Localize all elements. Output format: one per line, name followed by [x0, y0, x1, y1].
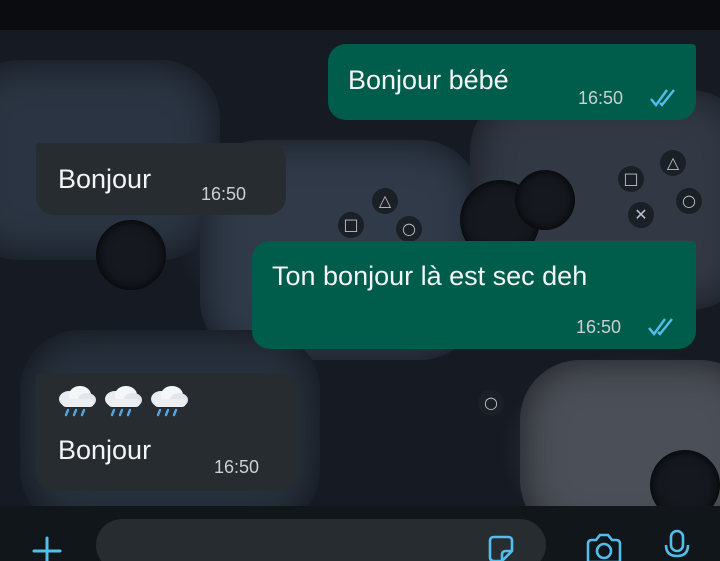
- camera-icon[interactable]: [582, 532, 626, 561]
- cloud-with-rain-icon: [151, 386, 188, 417]
- sticker-icon[interactable]: [484, 533, 518, 561]
- message-text: Bonjour: [58, 164, 152, 194]
- cloud-with-rain-icon: [105, 386, 142, 417]
- chat-screen: □ △ ○ □ △ ○ ✕ ○ Bonjour bébé 16:50 Bonjo…: [0, 0, 720, 561]
- message-time: 16:50: [214, 457, 260, 477]
- plus-icon[interactable]: [30, 534, 64, 561]
- message-text: Bonjour: [58, 435, 152, 465]
- read-ticks-icon: [650, 89, 675, 107]
- message-bubble-outgoing[interactable]: Bonjour bébé 16:50: [328, 44, 696, 120]
- read-ticks-icon: [648, 318, 673, 336]
- message-bubble-outgoing[interactable]: Ton bonjour là est sec deh 16:50: [252, 241, 696, 349]
- message-bubble-incoming[interactable]: Bonjour 16:50: [36, 143, 286, 215]
- message-input[interactable]: [96, 519, 546, 561]
- microphone-icon[interactable]: [660, 528, 694, 561]
- message-time: 16:50: [578, 88, 624, 108]
- emoji-row: [56, 385, 190, 419]
- message-text: Bonjour bébé: [348, 65, 509, 95]
- message-bubble-incoming[interactable]: Bonjour 16:50: [36, 373, 298, 491]
- cloud-with-rain-icon: [59, 386, 96, 417]
- message-text: Ton bonjour là est sec deh: [272, 261, 588, 291]
- message-time: 16:50: [201, 184, 247, 204]
- input-bar: [0, 506, 720, 561]
- message-time: 16:50: [576, 317, 622, 337]
